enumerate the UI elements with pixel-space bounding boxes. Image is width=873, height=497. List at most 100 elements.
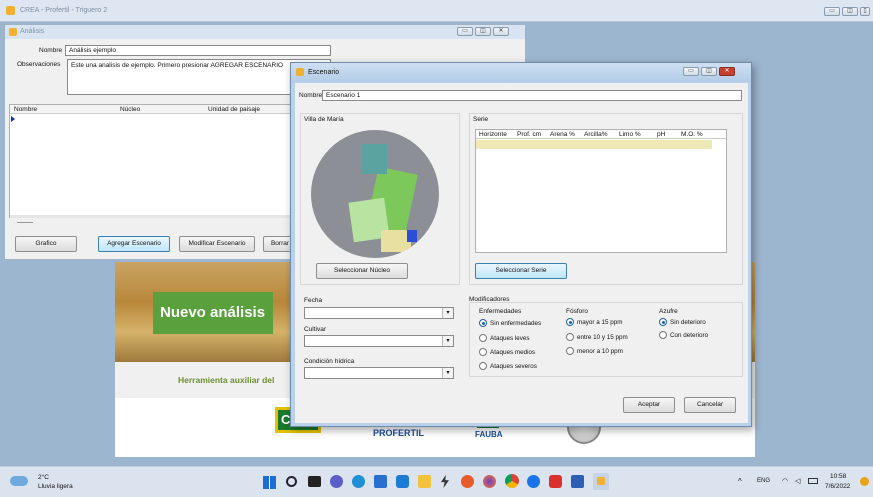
fos-menor-radio[interactable]: menor a 10 ppm (566, 347, 623, 355)
clock-date[interactable]: 7/6/2022 (825, 483, 850, 490)
radio-selected-icon (659, 318, 667, 326)
fos-mayor-label: mayor a 15 ppm (577, 318, 623, 326)
escenario-nombre-field[interactable]: Escenario 1 (322, 90, 742, 101)
app-minimize-button[interactable]: ▭ (824, 7, 840, 16)
condicion-select[interactable]: ▾ (304, 367, 454, 379)
clock-time[interactable]: 10:58 (830, 473, 846, 480)
fos-menor-label: menor a 10 ppm (577, 347, 623, 355)
weather-desc[interactable]: Lluvia ligera (38, 483, 73, 490)
cultivar-label: Cultivar (304, 326, 327, 333)
analisis-maximize-button[interactable]: ◫ (475, 27, 491, 36)
help-icon[interactable] (527, 475, 540, 488)
weather-icon[interactable] (10, 476, 28, 486)
seleccionar-serie-button[interactable]: Seleccionar Serie (475, 263, 567, 279)
escenario-close-button[interactable]: ✕ (719, 67, 735, 76)
battery-icon[interactable] (808, 478, 818, 484)
fauba-logo: FAUBA (475, 430, 503, 439)
escenario-maximize-button[interactable]: ◫ (701, 67, 717, 76)
escenario-titlebar: Escenario ▭ ◫ ✕ (291, 63, 751, 82)
serie-grid-row[interactable] (476, 140, 712, 149)
search-icon[interactable] (286, 476, 297, 487)
map-region-teal (361, 144, 387, 174)
volume-icon[interactable]: ◁ (795, 477, 800, 485)
serie-col-limo[interactable]: Limo % (619, 131, 641, 138)
word-icon[interactable] (571, 475, 584, 488)
start-icon[interactable] (263, 476, 276, 489)
chrome-icon[interactable] (505, 474, 519, 488)
firefox-icon[interactable] (483, 475, 496, 488)
analisis-observaciones-label: Observaciones (17, 61, 61, 68)
condicion-dropdown-icon[interactable]: ▾ (442, 368, 453, 378)
crea-app-icon-mark (597, 477, 605, 485)
cultivar-dropdown-icon[interactable]: ▾ (442, 336, 453, 346)
store-icon[interactable] (374, 475, 387, 488)
fecha-select[interactable]: ▾ (304, 307, 454, 319)
tagline-text: Herramienta auxiliar del (178, 375, 275, 385)
radio-selected-icon (479, 319, 487, 327)
enf-leves-label: Ataques leves (490, 334, 530, 342)
cancelar-button[interactable]: Cancelar (684, 397, 736, 413)
enfermedades-label: Enfermedades (479, 308, 522, 315)
az-sin-radio[interactable]: Sin deterioro (659, 318, 706, 326)
row-pointer-icon (11, 116, 15, 122)
analisis-title: Análisis (20, 28, 45, 35)
az-con-radio[interactable]: Con deterioro (659, 331, 708, 339)
fecha-dropdown-icon[interactable]: ▾ (442, 308, 453, 318)
radio-icon (479, 334, 487, 342)
enf-leves-radio[interactable]: Ataques leves (479, 334, 530, 342)
escenario-minimize-button[interactable]: ▭ (683, 67, 699, 76)
analisis-minimize-button[interactable]: ▭ (457, 27, 473, 36)
language-indicator[interactable]: ENG (757, 478, 770, 484)
radio-icon (566, 333, 574, 341)
radio-icon (566, 347, 574, 355)
grid-col-nucleo[interactable]: Núcleo (120, 106, 140, 113)
serie-col-arena[interactable]: Arena % (550, 131, 575, 138)
region-label: Villa de María (304, 116, 344, 123)
app-icon (6, 6, 15, 15)
notification-badge-icon[interactable] (860, 477, 869, 486)
serie-col-ph[interactable]: pH (657, 131, 665, 138)
weather-temp[interactable]: 2°C (38, 474, 49, 481)
analisis-nombre-field[interactable]: Análisis ejemplo (65, 45, 331, 56)
app-maximize-button[interactable]: ◫ (842, 7, 858, 16)
acrobat-icon[interactable] (549, 475, 562, 488)
enf-severos-radio[interactable]: Ataques severos (479, 362, 537, 370)
agregar-escenario-button[interactable]: Agregar Escenario (98, 236, 170, 252)
seleccionar-nucleo-button[interactable]: Seleccionar Núcleo (316, 263, 408, 279)
photos-icon[interactable] (396, 475, 409, 488)
fos-entre-radio[interactable]: entre 10 y 15 ppm (566, 333, 628, 341)
enf-medios-radio[interactable]: Ataques medios (479, 348, 535, 356)
fos-mayor-radio[interactable]: mayor a 15 ppm (566, 318, 623, 326)
serie-col-prof[interactable]: Prof. cm (517, 131, 541, 138)
teams-icon[interactable] (330, 475, 343, 488)
grid-splitter[interactable] (17, 222, 33, 223)
serie-col-mo[interactable]: M.O. % (681, 131, 703, 138)
serie-col-horizonte[interactable]: Horizonte (479, 131, 507, 138)
app-bolt-icon[interactable] (441, 475, 449, 488)
task-view-icon[interactable] (308, 476, 321, 487)
radio-icon (479, 362, 487, 370)
analisis-nombre-label: Nombre (39, 47, 63, 54)
file-explorer-icon[interactable] (418, 475, 431, 488)
region-map[interactable] (311, 130, 439, 258)
enf-sin-label: Sin enfermedades (490, 319, 542, 327)
grafico-button[interactable]: Grafico (15, 236, 77, 252)
fecha-label: Fecha (304, 297, 323, 304)
edge-icon[interactable] (352, 475, 365, 488)
cultivar-select[interactable]: ▾ (304, 335, 454, 347)
analisis-close-button[interactable]: ✕ (493, 27, 509, 36)
serie-grid[interactable]: Horizonte Prof. cm Arena % Arcilla% Limo… (475, 129, 727, 253)
enf-sin-radio[interactable]: Sin enfermedades (479, 319, 541, 327)
grid-col-nombre[interactable]: Nombre (14, 106, 37, 113)
radio-icon (659, 331, 667, 339)
map-region-blue (407, 230, 417, 242)
grid-col-unidad[interactable]: Unidad de paisaje (208, 106, 260, 113)
modificar-escenario-button[interactable]: Modificar Escenario (179, 236, 255, 252)
wifi-icon[interactable]: ◠ (782, 477, 788, 485)
tray-chevron-icon[interactable]: ^ (738, 477, 742, 486)
aceptar-button[interactable]: Aceptar (623, 397, 675, 413)
app-close-button[interactable]: ▯ (860, 7, 870, 16)
enf-medios-label: Ataques medios (490, 348, 536, 356)
game-icon[interactable] (461, 475, 474, 488)
serie-col-arcilla[interactable]: Arcilla% (584, 131, 607, 138)
